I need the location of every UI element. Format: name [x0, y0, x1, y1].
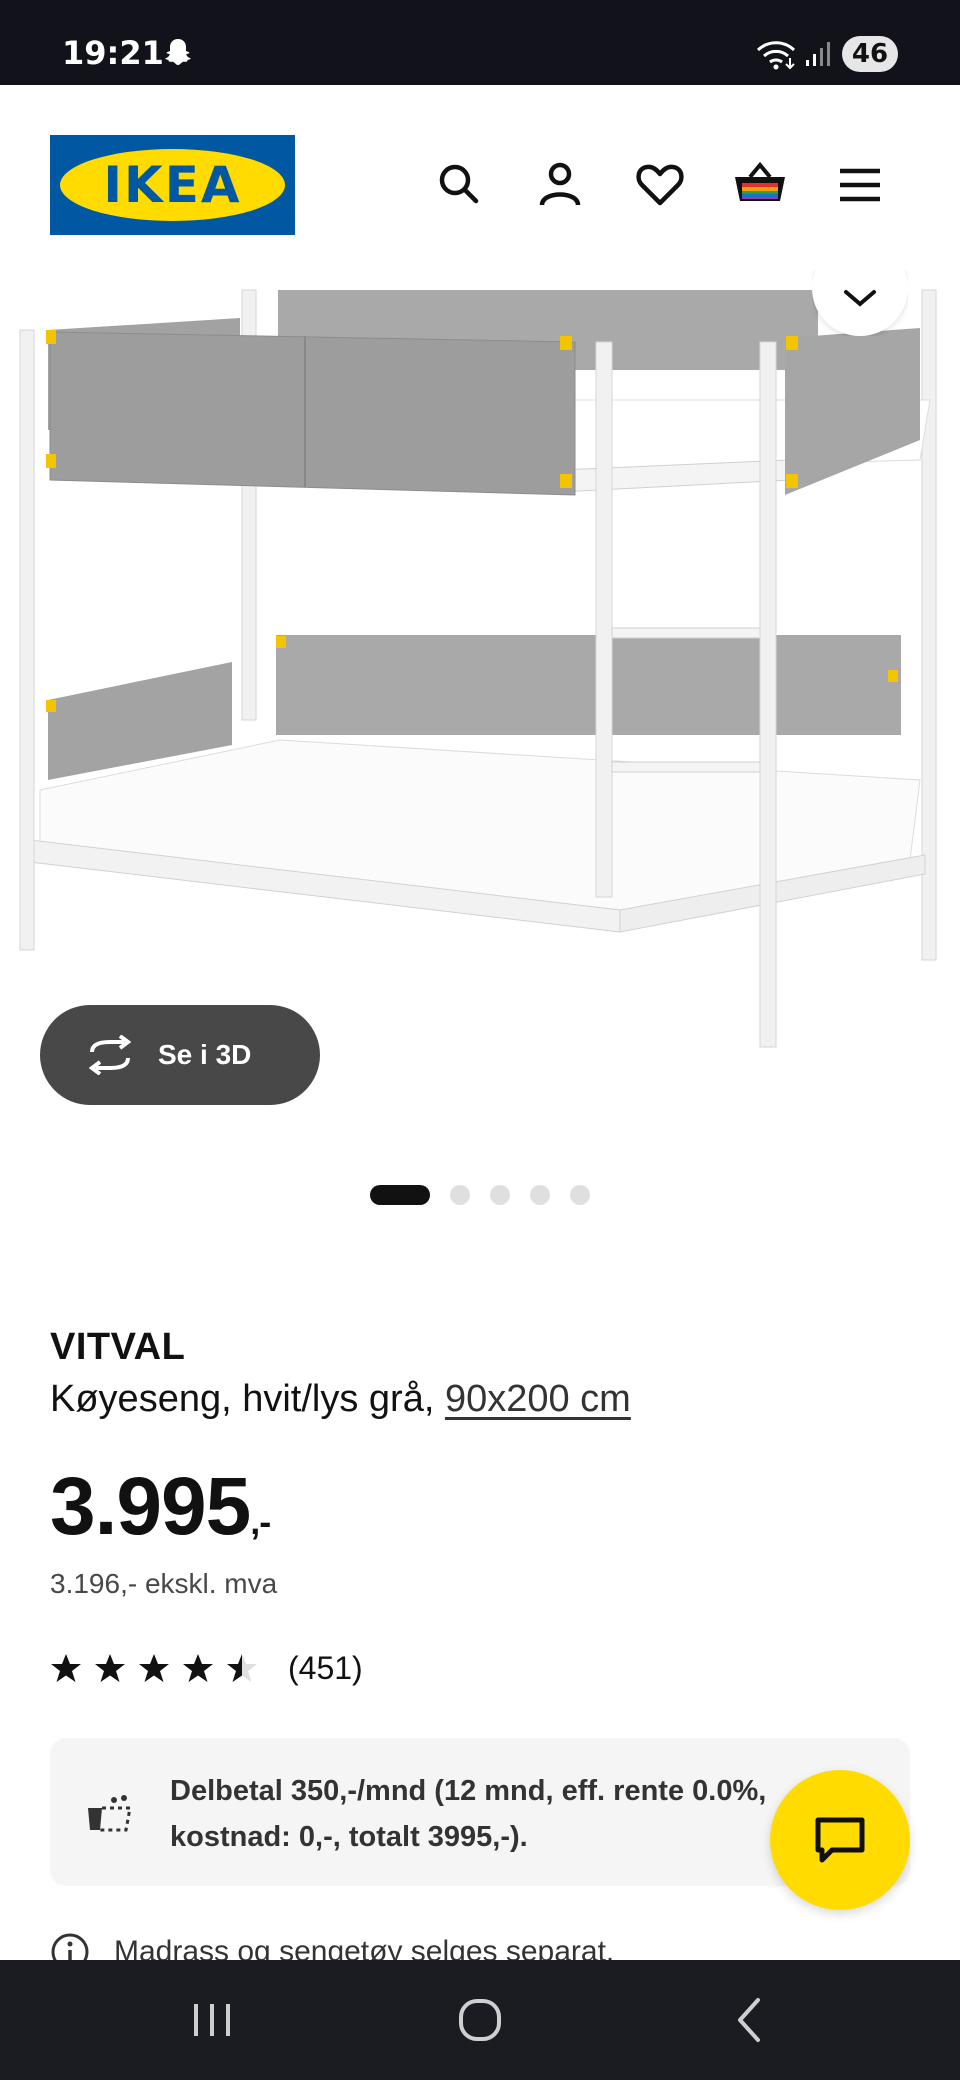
logo-text: IKEA	[103, 156, 242, 214]
product-image	[19, 289, 937, 1048]
recent-apps-button[interactable]	[152, 1980, 272, 2060]
snapchat-ghost-icon	[165, 39, 191, 65]
installment-icon	[88, 1795, 132, 1832]
back-button[interactable]	[690, 1980, 810, 2060]
search-icon[interactable]	[430, 155, 490, 215]
chat-button[interactable]	[770, 1770, 910, 1910]
signal-icon	[806, 42, 830, 66]
carousel-dot-5[interactable]	[570, 1185, 590, 1205]
rating-stars	[51, 1654, 257, 1682]
site-header: IKEA	[0, 85, 960, 270]
carousel-dot-4[interactable]	[530, 1185, 550, 1205]
registered-mark	[268, 157, 278, 167]
collapse-gallery-button[interactable]	[812, 270, 908, 336]
carousel-dot-3[interactable]	[490, 1185, 510, 1205]
menu-icon[interactable]	[830, 155, 890, 215]
price-ex-vat: 3.196,- ekskl. mva	[50, 1568, 278, 1599]
back-icon	[738, 1998, 760, 2042]
ikea-logo[interactable]: IKEA	[50, 135, 295, 235]
rating-star	[95, 1654, 125, 1682]
price-suffix: ,-	[250, 1501, 271, 1542]
product-size-link[interactable]: 90x200 cm	[445, 1378, 631, 1420]
product-name: VITVAL	[50, 1326, 186, 1368]
basket-icon[interactable]	[730, 155, 790, 215]
view-in-3d-button[interactable]: Se i 3D	[40, 1005, 320, 1105]
product-price: 3.995,-	[50, 1460, 271, 1554]
carousel-dot-1[interactable]	[370, 1185, 430, 1205]
product-image-gallery[interactable]: Se i 3D	[0, 270, 960, 1130]
rating-star	[183, 1654, 213, 1682]
price-main: 3.995	[50, 1461, 251, 1552]
carousel-dot-2[interactable]	[450, 1185, 470, 1205]
status-bar: 19:21 46	[0, 0, 960, 85]
home-icon	[459, 1999, 501, 2041]
status-time: 19:21	[62, 34, 164, 72]
wifi-icon	[756, 41, 796, 70]
chevron-down-icon	[844, 290, 876, 307]
rotate-3d-icon	[88, 1035, 132, 1075]
chat-icon	[815, 1817, 865, 1863]
installment-text: Delbetal 350,-/mnd (12 mnd, eff. rente 0…	[170, 1775, 767, 1853]
rating-star	[227, 1654, 257, 1682]
view-in-3d-label: Se i 3D	[158, 1039, 252, 1070]
rating-star	[51, 1654, 81, 1682]
system-nav-bar	[0, 1960, 960, 2080]
product-type: Køyeseng, hvit/lys grå,	[50, 1378, 435, 1420]
account-icon[interactable]	[530, 155, 590, 215]
carousel-indicator	[0, 1180, 960, 1210]
rating-star	[139, 1654, 169, 1682]
product-description: Køyeseng, hvit/lys grå, 90x200 cm	[50, 1378, 631, 1421]
review-count[interactable]: (451)	[288, 1648, 363, 1688]
heart-icon[interactable]	[630, 155, 690, 215]
recent-apps-icon	[194, 2004, 230, 2036]
home-button[interactable]	[420, 1980, 540, 2060]
battery-indicator: 46	[842, 36, 898, 72]
